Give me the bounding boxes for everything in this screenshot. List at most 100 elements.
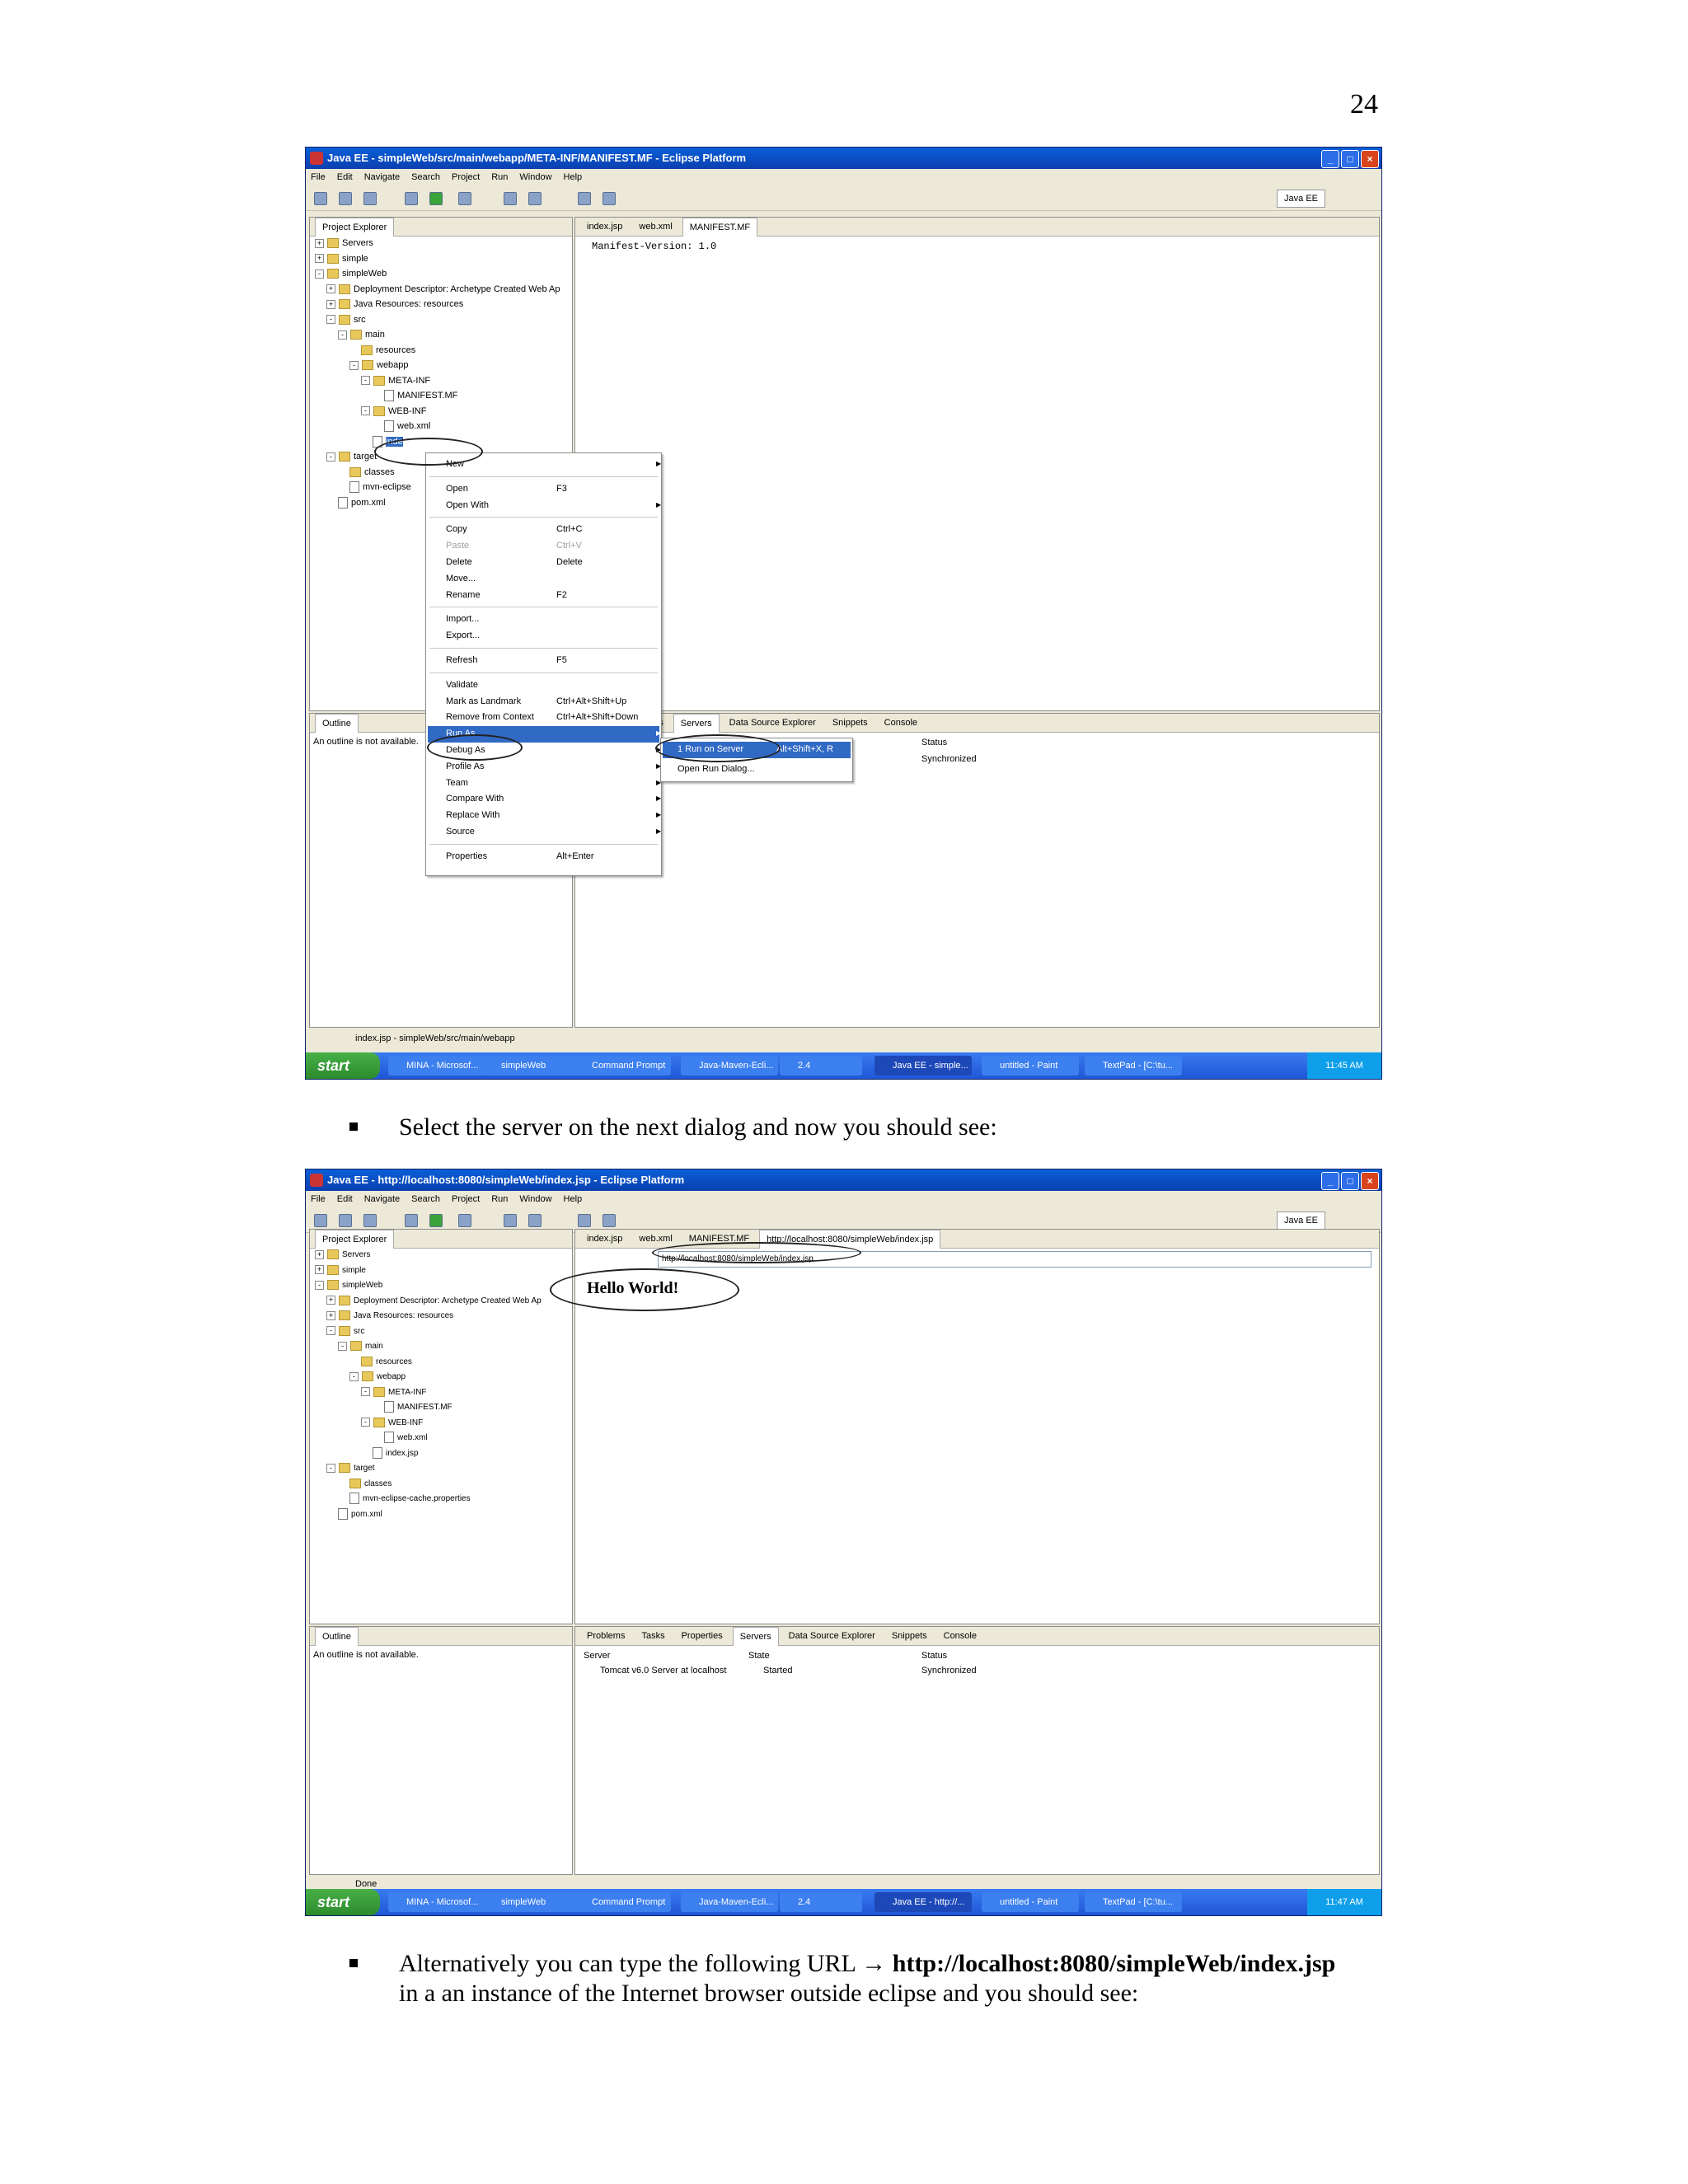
tree-item[interactable]: web.xml — [310, 1431, 572, 1446]
minimize-button[interactable]: _ — [1321, 150, 1339, 168]
menu-help[interactable]: Help — [564, 169, 583, 185]
taskbar-item[interactable]: Java EE - http://... — [874, 1892, 972, 1912]
editor-tab[interactable]: index.jsp — [580, 1230, 629, 1248]
tree-item[interactable]: - META-INF — [310, 1385, 572, 1401]
search-icon[interactable] — [528, 192, 542, 205]
start-button[interactable]: start — [306, 1052, 380, 1079]
tree-item[interactable]: - main — [310, 327, 572, 343]
editor-tab[interactable]: web.xml — [632, 218, 678, 236]
tree-item[interactable]: + Deployment Descriptor: Archetype Create… — [310, 1294, 572, 1310]
menu-item-refresh[interactable]: Refresh F5 — [446, 653, 644, 668]
menu-project[interactable]: Project — [452, 169, 480, 185]
collapse-icon[interactable]: - — [361, 406, 370, 416]
tree-item[interactable]: resources — [310, 1355, 572, 1371]
new-icon[interactable] — [314, 1214, 327, 1227]
tree-item[interactable]: + Java Resources: resources — [310, 297, 572, 312]
collapse-icon[interactable]: - — [338, 330, 347, 340]
print-icon[interactable] — [363, 192, 377, 205]
menu-search[interactable]: Search — [411, 169, 440, 185]
menu-item-delete[interactable]: Delete Delete — [446, 555, 644, 569]
tree-item[interactable]: mvn-eclipse-cache.properties — [310, 1492, 572, 1507]
tree-item[interactable]: MANIFEST.MF — [310, 388, 572, 404]
taskbar-item[interactable]: TextPad - [C:\tu... — [1085, 1892, 1182, 1912]
menu-item-export[interactable]: Export... — [446, 628, 644, 643]
taskbar-item[interactable]: simpleWeb — [483, 1056, 580, 1076]
view-tab-snippets[interactable]: Snippets — [826, 714, 874, 732]
back-icon[interactable] — [578, 192, 591, 205]
collapse-icon[interactable]: - — [315, 269, 324, 279]
debug-icon[interactable] — [405, 192, 418, 205]
taskbar-item[interactable]: untitled - Paint — [982, 1892, 1079, 1912]
collapse-icon[interactable]: - — [326, 452, 335, 462]
taskbar-item[interactable]: 2.4 — [780, 1056, 862, 1076]
instruction-url[interactable]: http://localhost:8080/simpleWeb/index.js… — [893, 1950, 1336, 1977]
taskbar-item[interactable]: TextPad - [C:\tu... — [1085, 1056, 1182, 1076]
collapse-icon[interactable]: - — [361, 1387, 370, 1397]
menu-item-move[interactable]: Move... — [446, 571, 644, 586]
collapse-icon[interactable]: - — [326, 1326, 335, 1336]
tree-item[interactable]: - WEB-INF — [310, 404, 572, 419]
menu-item-import[interactable]: Import... — [446, 612, 644, 626]
menu-file[interactable]: File — [311, 169, 326, 185]
menu-item-replace-with[interactable]: Replace With ▶ — [446, 808, 661, 823]
expand-icon[interactable]: + — [326, 1296, 335, 1305]
close-button[interactable]: × — [1361, 150, 1379, 168]
print-icon[interactable] — [363, 1214, 377, 1227]
view-tab-console[interactable]: Console — [878, 714, 924, 732]
tree-item[interactable]: + Java Resources: resources — [310, 1309, 572, 1324]
taskbar-item[interactable]: Java-Maven-Ecli... — [681, 1892, 778, 1912]
submenu-item[interactable]: Open Run Dialog... — [678, 762, 875, 776]
menu-navigate[interactable]: Navigate — [364, 169, 400, 185]
tree-item[interactable]: - webapp — [310, 358, 572, 373]
menu-navigate[interactable]: Navigate — [364, 1191, 400, 1207]
save-icon[interactable] — [339, 1214, 352, 1227]
start-button[interactable]: start — [306, 1889, 380, 1915]
forward-icon[interactable] — [603, 1214, 616, 1227]
maximize-button[interactable]: □ — [1341, 1172, 1359, 1190]
external-tools-icon[interactable] — [458, 192, 471, 205]
tree-item[interactable]: web.xml — [310, 419, 572, 434]
close-button[interactable]: × — [1361, 1172, 1379, 1190]
collapse-icon[interactable]: - — [326, 1463, 335, 1473]
run-icon[interactable] — [429, 192, 443, 205]
open-type-icon[interactable] — [504, 1214, 517, 1227]
menu-item-rename[interactable]: Rename F2 — [446, 588, 644, 602]
minimize-button[interactable]: _ — [1321, 1172, 1339, 1190]
collapse-icon[interactable]: - — [315, 1280, 324, 1290]
menu-item-open[interactable]: Open F3 — [446, 481, 644, 496]
menu-edit[interactable]: Edit — [337, 1191, 353, 1207]
tree-item[interactable]: + simple — [310, 251, 572, 267]
taskbar-item[interactable]: simpleWeb — [483, 1892, 580, 1912]
editor-tab[interactable]: MANIFEST.MF — [682, 217, 758, 237]
outline-tab[interactable]: Outline — [315, 1626, 359, 1646]
taskbar-item[interactable]: Java EE - simple... — [874, 1056, 972, 1076]
taskbar-item[interactable]: Command Prompt — [574, 1056, 671, 1076]
menu-item-mark-as-landmark[interactable]: Mark as Landmark Ctrl+Alt+Shift+Up — [446, 694, 644, 709]
menu-item-source[interactable]: Source ▶ — [446, 824, 661, 839]
menu-window[interactable]: Window — [519, 169, 551, 185]
external-tools-icon[interactable] — [458, 1214, 471, 1227]
collapse-icon[interactable]: - — [349, 1371, 359, 1381]
menu-project[interactable]: Project — [452, 1191, 480, 1207]
collapse-icon[interactable]: - — [361, 376, 370, 386]
back-icon[interactable] — [578, 1214, 591, 1227]
view-tab-properties[interactable]: Properties — [675, 1627, 729, 1645]
tree-item[interactable]: + Servers — [310, 1248, 572, 1263]
project-explorer-tab[interactable]: Project Explorer — [315, 217, 395, 237]
menu-item-open-with[interactable]: Open With ▶ — [446, 498, 661, 513]
view-tab-servers[interactable]: Servers — [673, 713, 720, 733]
editor-tab[interactable]: web.xml — [632, 1230, 678, 1248]
menu-item-team[interactable]: Team ▶ — [446, 776, 661, 790]
collapse-icon[interactable]: - — [349, 360, 359, 370]
taskbar-item[interactable]: untitled - Paint — [982, 1056, 1079, 1076]
run-icon[interactable] — [429, 1214, 443, 1227]
taskbar-item[interactable]: Command Prompt — [574, 1892, 671, 1912]
menu-window[interactable]: Window — [519, 1191, 551, 1207]
menu-search[interactable]: Search — [411, 1191, 440, 1207]
server-name-cell[interactable]: Tomcat v6.0 Server at localhost — [600, 1663, 726, 1678]
menu-item-copy[interactable]: Copy Ctrl+C — [446, 522, 644, 537]
menu-item-properties[interactable]: Properties Alt+Enter — [446, 849, 644, 864]
outline-tab[interactable]: Outline — [315, 713, 359, 733]
expand-icon[interactable]: + — [315, 254, 324, 264]
tree-item[interactable]: - simpleWeb — [310, 1278, 572, 1294]
